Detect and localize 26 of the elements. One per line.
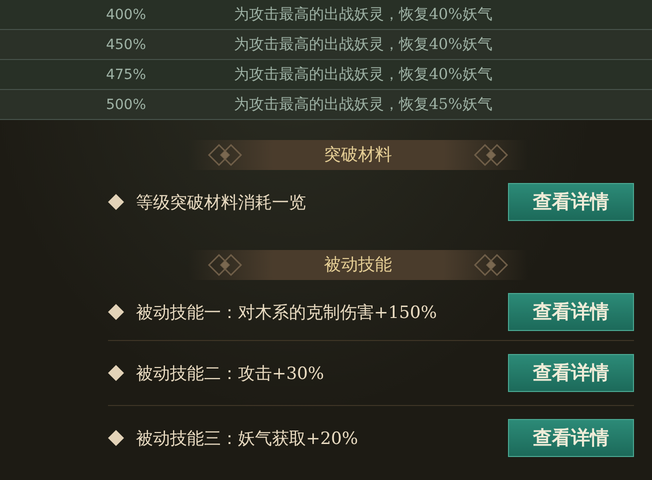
diamond-bullet-icon (108, 194, 124, 210)
item-text: 被动技能一：对木系的克制伤害+150% (136, 302, 438, 324)
item-text: 等级突破材料消耗一览 (136, 192, 307, 214)
table-cell: 为攻击最高的出战妖灵，恢复40%妖气 (234, 5, 492, 24)
table-cell-text: 475% (104, 66, 148, 82)
diamond-ornament-icon (207, 143, 243, 167)
diamond-bullet-icon (108, 304, 124, 320)
diamond-bullet-icon (108, 365, 124, 381)
details-button[interactable]: 查看详情 (508, 183, 634, 221)
item-text: 被动技能三：妖气获取+20% (136, 428, 360, 450)
item-text: 被动技能二：攻击+30% (136, 362, 326, 384)
table-cell: 为攻击最高的出战妖灵，恢复40%妖气 (234, 65, 492, 84)
diamond-ornament-icon (473, 143, 509, 167)
diamond-bullet-icon (108, 430, 124, 446)
table-cell: 为攻击最高的出战妖灵，恢复40%妖气 (234, 35, 492, 54)
table-cell-text: 450% (104, 36, 148, 52)
diamond-ornament-icon (473, 253, 509, 277)
details-button[interactable]: 查看详情 (508, 354, 634, 392)
details-button[interactable]: 查看详情 (508, 419, 634, 457)
table-cell-text: 500% (104, 96, 148, 112)
table-cell-text: 400% (104, 6, 148, 22)
table-cell: 为攻击最高的出战妖灵，恢复45%妖气 (234, 95, 492, 114)
section-title: 被动技能 (323, 254, 393, 277)
section-title: 突破材料 (323, 144, 393, 167)
details-button[interactable]: 查看详情 (508, 293, 634, 331)
diamond-ornament-icon (207, 253, 243, 277)
